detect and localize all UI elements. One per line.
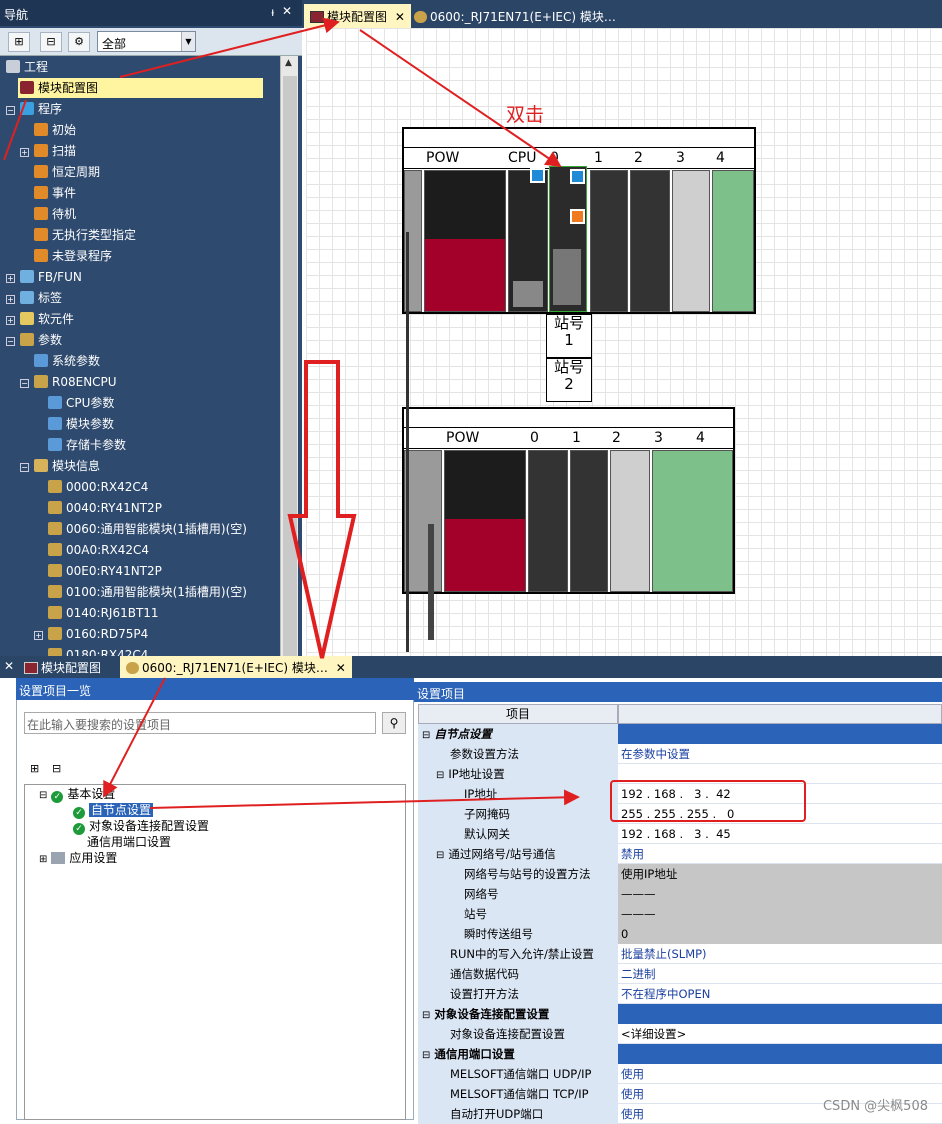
arrow [3, 99, 27, 161]
arrow [149, 789, 580, 809]
arrow [119, 17, 340, 78]
annotation-arrows [3, 17, 580, 809]
watermark: CSDN @尖枫508 [822, 1099, 928, 1114]
big-down-arrow [287, 360, 357, 659]
arrow [103, 677, 166, 798]
arrow [359, 29, 562, 168]
